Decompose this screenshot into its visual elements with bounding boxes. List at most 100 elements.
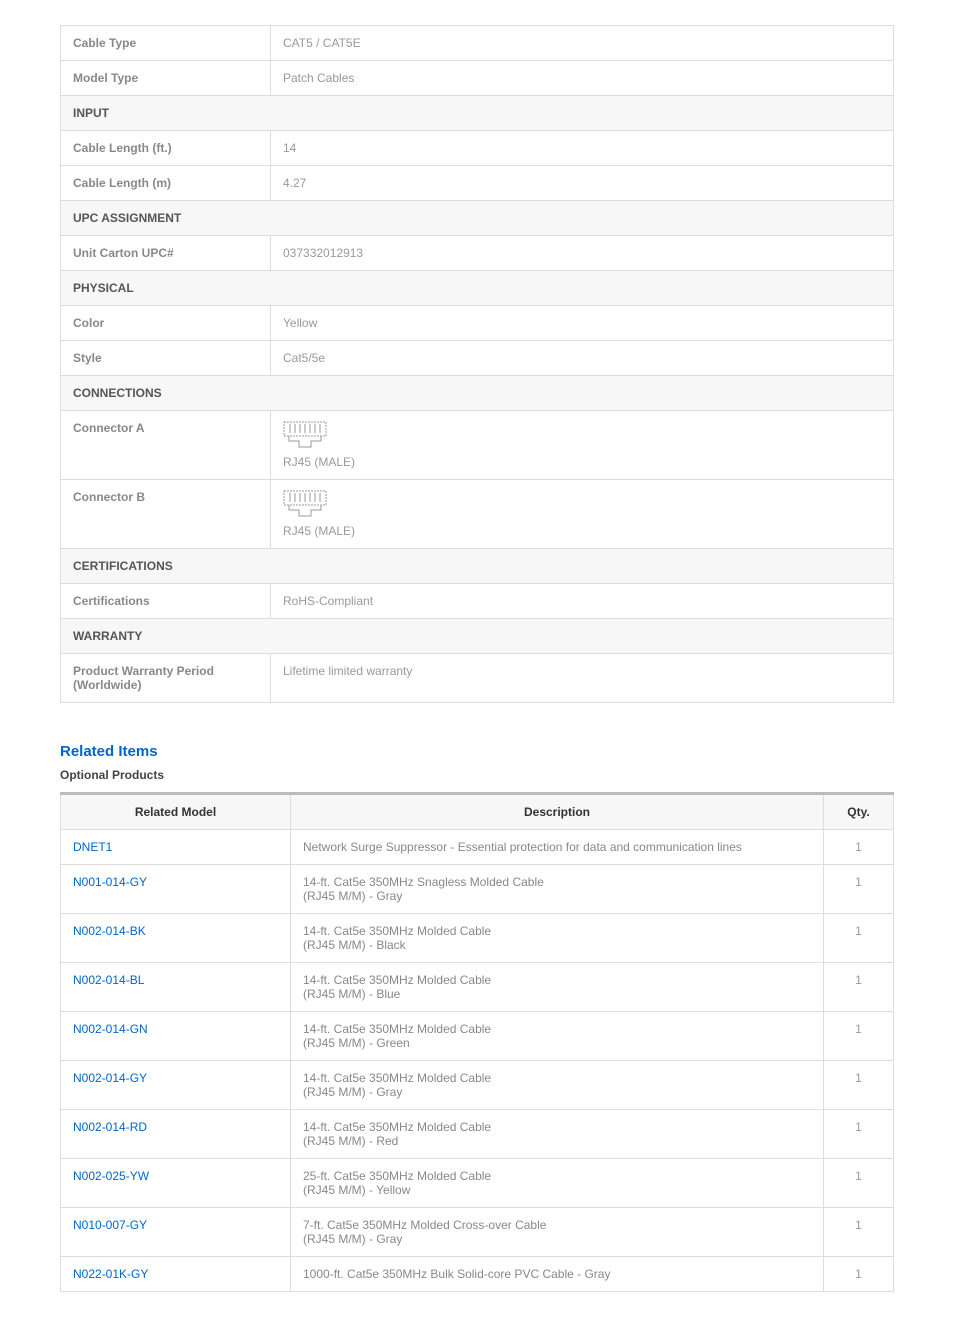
- section-header-certifications: CERTIFICATIONS: [61, 549, 894, 584]
- related-qty-cell: 1: [824, 1159, 894, 1208]
- spec-value: 4.27: [271, 166, 894, 201]
- related-description-cell: 14-ft. Cat5e 350MHz Molded Cable (RJ45 M…: [291, 963, 824, 1012]
- rj45-connector-icon: [283, 490, 881, 521]
- related-model-cell: N002-014-GN: [61, 1012, 291, 1061]
- related-description-cell: 14-ft. Cat5e 350MHz Snagless Molded Cabl…: [291, 865, 824, 914]
- related-model-cell: N010-007-GY: [61, 1208, 291, 1257]
- related-model-link[interactable]: N001-014-GY: [73, 875, 147, 889]
- spec-label: Color: [61, 306, 271, 341]
- related-item-row: N002-025-YW 25-ft. Cat5e 350MHz Molded Ca…: [61, 1159, 894, 1208]
- related-description-cell: 14-ft. Cat5e 350MHz Molded Cable (RJ45 M…: [291, 914, 824, 963]
- related-model-link[interactable]: N022-01K-GY: [73, 1267, 148, 1281]
- related-header-model: Related Model: [61, 794, 291, 830]
- related-qty-cell: 1: [824, 1061, 894, 1110]
- spec-row-unit-carton-upc: Unit Carton UPC# 037332012913: [61, 236, 894, 271]
- section-title: UPC ASSIGNMENT: [61, 201, 894, 236]
- related-qty-cell: 1: [824, 963, 894, 1012]
- spec-label: Product Warranty Period (Worldwide): [61, 654, 271, 703]
- section-title: INPUT: [61, 96, 894, 131]
- related-qty-cell: 1: [824, 830, 894, 865]
- section-header-connections: CONNECTIONS: [61, 376, 894, 411]
- spec-row-color: Color Yellow: [61, 306, 894, 341]
- spec-label: Style: [61, 341, 271, 376]
- spec-value: 14: [271, 131, 894, 166]
- connector-b-value: RJ45 (MALE): [283, 524, 355, 538]
- related-model-link[interactable]: N002-014-RD: [73, 1120, 147, 1134]
- related-description-cell: 14-ft. Cat5e 350MHz Molded Cable (RJ45 M…: [291, 1110, 824, 1159]
- related-model-link[interactable]: N010-007-GY: [73, 1218, 147, 1232]
- spec-label: Cable Length (ft.): [61, 131, 271, 166]
- related-item-row: N001-014-GY 14-ft. Cat5e 350MHz Snagless …: [61, 865, 894, 914]
- related-items-table: Related Model Description Qty. DNET1 Netw…: [60, 792, 894, 1292]
- related-description-cell: 14-ft. Cat5e 350MHz Molded Cable (RJ45 M…: [291, 1012, 824, 1061]
- related-item-row: N002-014-GN 14-ft. Cat5e 350MHz Molded Ca…: [61, 1012, 894, 1061]
- spec-label: Certifications: [61, 584, 271, 619]
- section-header-physical: PHYSICAL: [61, 271, 894, 306]
- related-qty-cell: 1: [824, 1110, 894, 1159]
- spec-label: Unit Carton UPC#: [61, 236, 271, 271]
- spec-value: RJ45 (MALE): [271, 480, 894, 549]
- spec-value: Lifetime limited warranty: [271, 654, 894, 703]
- spec-label: Model Type: [61, 61, 271, 96]
- related-model-cell: N002-014-BK: [61, 914, 291, 963]
- spec-label: Cable Length (m): [61, 166, 271, 201]
- section-title: CERTIFICATIONS: [61, 549, 894, 584]
- related-model-cell: N001-014-GY: [61, 865, 291, 914]
- related-item-row: DNET1 Network Surge Suppressor - Essentia…: [61, 830, 894, 865]
- spec-row-cable-type: Cable Type CAT5 / CAT5E: [61, 26, 894, 61]
- related-item-row: N010-007-GY 7-ft. Cat5e 350MHz Molded Cro…: [61, 1208, 894, 1257]
- spec-row-connector-b: Connector B RJ45 (MALE): [61, 480, 894, 549]
- spec-row-certifications: Certifications RoHS-Compliant: [61, 584, 894, 619]
- related-qty-cell: 1: [824, 865, 894, 914]
- related-qty-cell: 1: [824, 1012, 894, 1061]
- related-model-link[interactable]: N002-014-BL: [73, 973, 144, 987]
- section-header-warranty: WARRANTY: [61, 619, 894, 654]
- spec-row-warranty-period: Product Warranty Period (Worldwide) Life…: [61, 654, 894, 703]
- related-model-link[interactable]: N002-025-YW: [73, 1169, 149, 1183]
- spec-row-style: Style Cat5/5e: [61, 341, 894, 376]
- section-title: PHYSICAL: [61, 271, 894, 306]
- related-description-cell: 7-ft. Cat5e 350MHz Molded Cross-over Cab…: [291, 1208, 824, 1257]
- related-qty-cell: 1: [824, 1257, 894, 1292]
- section-header-upc: UPC ASSIGNMENT: [61, 201, 894, 236]
- related-header-qty: Qty.: [824, 794, 894, 830]
- optional-products-heading: Optional Products: [60, 768, 894, 782]
- spec-value: RJ45 (MALE): [271, 411, 894, 480]
- section-header-input: INPUT: [61, 96, 894, 131]
- spec-label: Connector B: [61, 480, 271, 549]
- spec-row-cable-length-m: Cable Length (m) 4.27: [61, 166, 894, 201]
- related-model-cell: N022-01K-GY: [61, 1257, 291, 1292]
- related-item-row: N002-014-BK 14-ft. Cat5e 350MHz Molded Ca…: [61, 914, 894, 963]
- related-description-cell: 14-ft. Cat5e 350MHz Molded Cable (RJ45 M…: [291, 1061, 824, 1110]
- spec-value: Patch Cables: [271, 61, 894, 96]
- related-model-cell: N002-025-YW: [61, 1159, 291, 1208]
- spec-value: 037332012913: [271, 236, 894, 271]
- related-model-cell: N002-014-GY: [61, 1061, 291, 1110]
- connector-a-value: RJ45 (MALE): [283, 455, 355, 469]
- spec-label: Connector A: [61, 411, 271, 480]
- related-model-link[interactable]: N002-014-BK: [73, 924, 146, 938]
- related-item-row: N002-014-BL 14-ft. Cat5e 350MHz Molded Ca…: [61, 963, 894, 1012]
- related-item-row: N002-014-GY 14-ft. Cat5e 350MHz Molded Ca…: [61, 1061, 894, 1110]
- spec-row-model-type: Model Type Patch Cables: [61, 61, 894, 96]
- related-description-cell: 25-ft. Cat5e 350MHz Molded Cable (RJ45 M…: [291, 1159, 824, 1208]
- section-title: CONNECTIONS: [61, 376, 894, 411]
- spec-value: CAT5 / CAT5E: [271, 26, 894, 61]
- spec-label: Cable Type: [61, 26, 271, 61]
- related-model-link[interactable]: DNET1: [73, 840, 112, 854]
- spec-value: RoHS-Compliant: [271, 584, 894, 619]
- related-header-description: Description: [291, 794, 824, 830]
- spec-value: Cat5/5e: [271, 341, 894, 376]
- related-description-cell: Network Surge Suppressor - Essential pro…: [291, 830, 824, 865]
- spec-row-cable-length-ft: Cable Length (ft.) 14: [61, 131, 894, 166]
- spec-row-connector-a: Connector A RJ45 (MALE): [61, 411, 894, 480]
- related-model-link[interactable]: N002-014-GY: [73, 1071, 147, 1085]
- related-qty-cell: 1: [824, 914, 894, 963]
- related-items-heading: Related Items: [60, 743, 894, 760]
- related-item-row: N022-01K-GY1000-ft. Cat5e 350MHz Bulk So…: [61, 1257, 894, 1292]
- specifications-table: Cable Type CAT5 / CAT5E Model Type Patch…: [60, 25, 894, 703]
- related-qty-cell: 1: [824, 1208, 894, 1257]
- section-title: WARRANTY: [61, 619, 894, 654]
- related-model-cell: DNET1: [61, 830, 291, 865]
- related-model-link[interactable]: N002-014-GN: [73, 1022, 148, 1036]
